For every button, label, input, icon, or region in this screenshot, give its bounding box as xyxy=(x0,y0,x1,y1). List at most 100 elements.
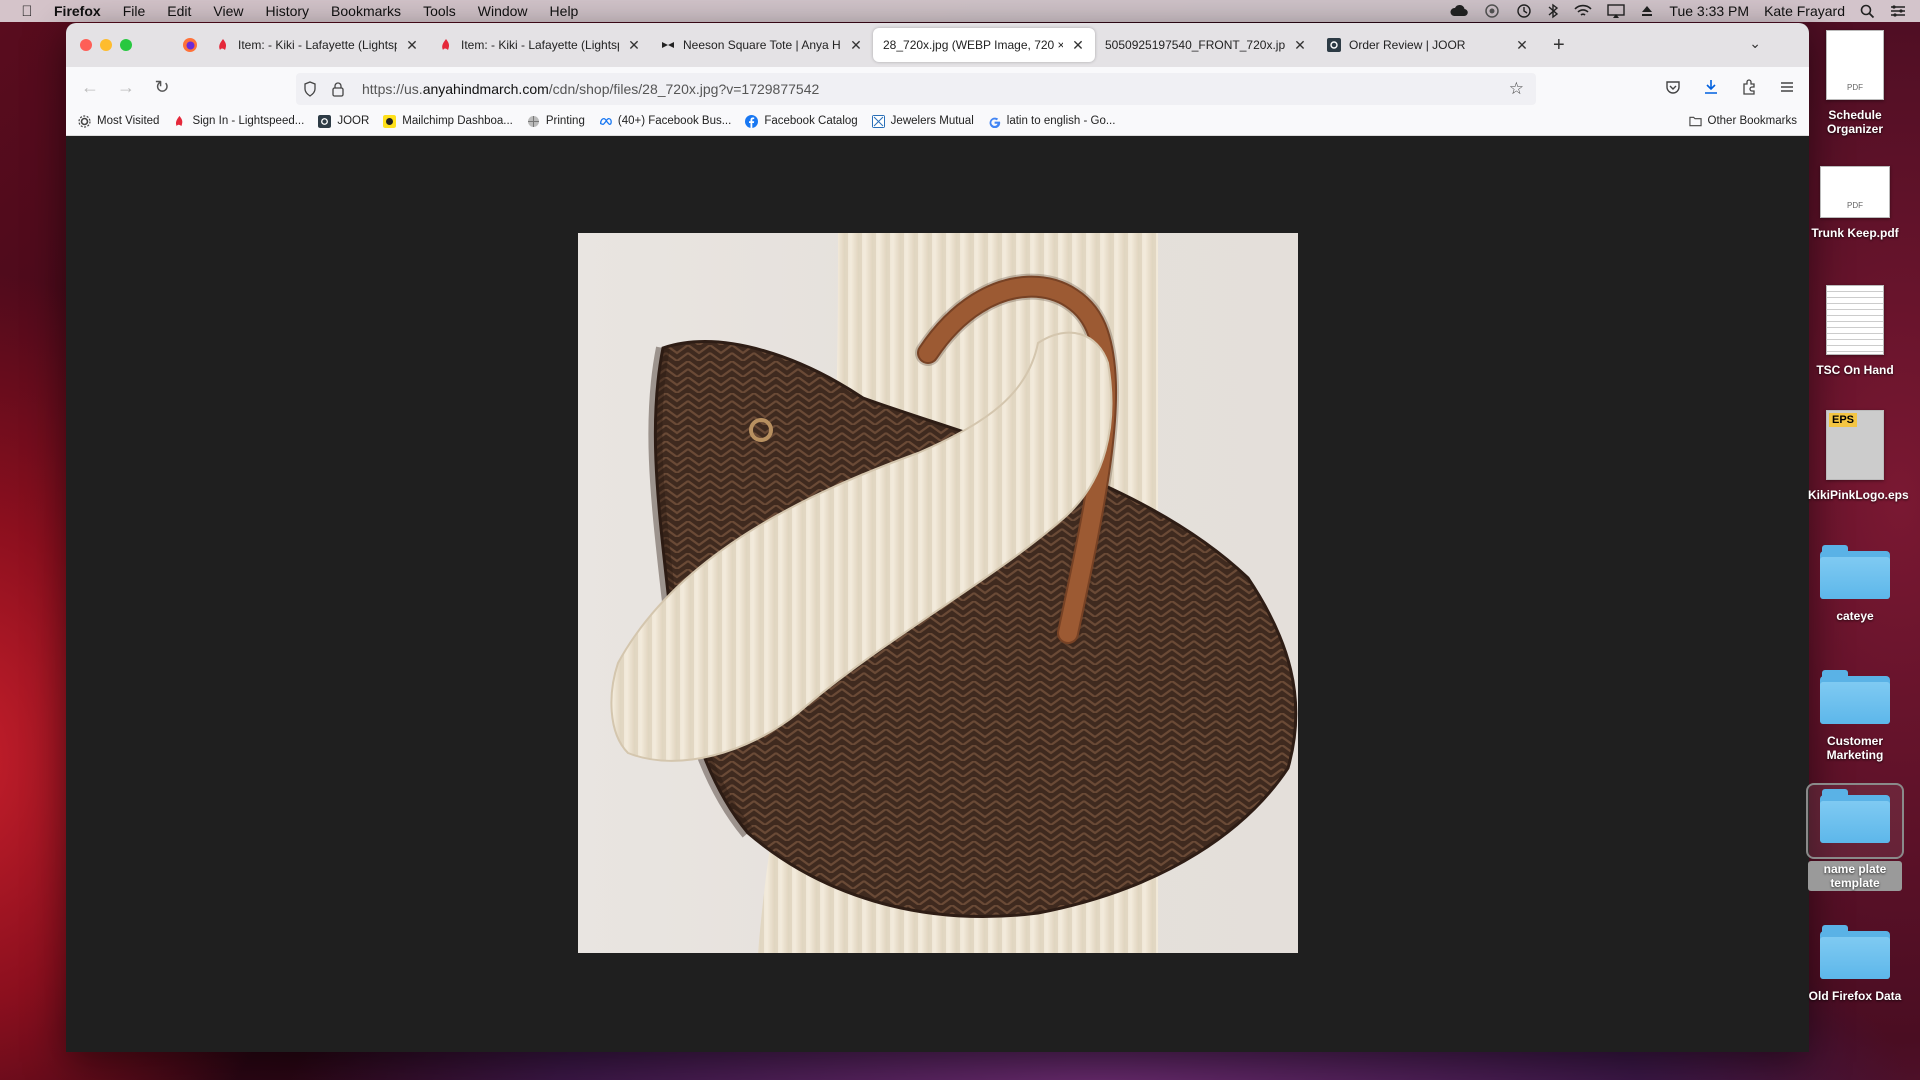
tab-close-icon[interactable]: ✕ xyxy=(1515,37,1529,54)
spreadsheet-icon xyxy=(1826,285,1884,355)
eject-icon[interactable] xyxy=(1640,4,1654,18)
folder-icon xyxy=(1820,925,1890,979)
bookmark-label: (40+) Facebook Bus... xyxy=(617,115,732,127)
mailchimp-icon xyxy=(383,114,397,128)
tab-image-active[interactable]: 28_720x.jpg (WEBP Image, 720 × 720 pixel… xyxy=(873,28,1095,62)
desktop-file-tsc-on-hand[interactable]: TSC On Hand xyxy=(1808,285,1902,377)
wifi-icon[interactable] xyxy=(1574,4,1593,18)
folder-icon xyxy=(1820,670,1890,724)
menu-history[interactable]: History xyxy=(254,3,320,19)
bookmark-label: Most Visited xyxy=(97,115,160,127)
extensions-icon[interactable] xyxy=(1741,79,1757,95)
list-all-tabs-icon[interactable]: ⌄ xyxy=(1749,35,1761,52)
desktop-label: TSC On Hand xyxy=(1816,363,1894,377)
tab-title: Item: - Kiki - Lafayette (Lightspeed) xyxy=(461,38,619,52)
menu-window[interactable]: Window xyxy=(467,3,539,19)
joor-icon xyxy=(1327,38,1341,52)
tab-close-icon[interactable]: ✕ xyxy=(627,37,641,54)
desktop-folder-name-plate-template[interactable]: name plate template xyxy=(1806,783,1904,891)
firefox-window: Item: - Kiki - Lafayette (Lightspeed) ✕ … xyxy=(66,23,1809,1052)
airplay-icon[interactable] xyxy=(1607,4,1626,18)
downloads-icon[interactable] xyxy=(1703,79,1719,95)
bookmark-mailchimp[interactable]: Mailchimp Dashboa... xyxy=(383,114,513,128)
reload-icon[interactable]: ↻ xyxy=(144,77,180,98)
lightspeed-flame-icon xyxy=(442,39,450,50)
bookmark-facebook-catalog[interactable]: Facebook Catalog xyxy=(745,114,858,128)
desktop-folder-old-firefox-data[interactable]: Old Firefox Data xyxy=(1808,925,1902,1003)
bookmark-printing[interactable]: Printing xyxy=(527,115,585,128)
joor-icon xyxy=(318,114,332,128)
desktop-folder-cateye[interactable]: cateye xyxy=(1808,545,1902,623)
menu-bookmarks[interactable]: Bookmarks xyxy=(320,3,412,19)
bookmark-star-icon[interactable]: ☆ xyxy=(1509,79,1536,99)
desktop-file-trunk-keep[interactable]: PDF Trunk Keep.pdf xyxy=(1808,166,1902,240)
menu-view[interactable]: View xyxy=(202,3,254,19)
menu-file[interactable]: File xyxy=(112,3,157,19)
menu-tools[interactable]: Tools xyxy=(412,3,467,19)
creative-cloud-icon[interactable] xyxy=(1450,4,1469,18)
jewelers-icon xyxy=(871,114,885,128)
sync-cloud-icon[interactable] xyxy=(1483,4,1501,18)
tab-title: Order Review | JOOR xyxy=(1349,38,1466,52)
new-tab-button[interactable]: + xyxy=(1539,34,1579,57)
url-domain: anyahindmarch.com xyxy=(422,81,549,97)
gear-icon xyxy=(78,114,91,128)
tab-close-icon[interactable]: ✕ xyxy=(849,37,863,54)
back-arrow-icon[interactable]: ← xyxy=(72,77,108,98)
bookmark-most-visited[interactable]: Most Visited xyxy=(78,114,160,128)
menu-app-name[interactable]: Firefox xyxy=(54,3,112,19)
menubar-user[interactable]: Kate Frayard xyxy=(1764,3,1845,19)
forward-arrow-icon[interactable]: → xyxy=(108,77,144,98)
desktop-file-schedule-organizer[interactable]: PDF Schedule Organizer xyxy=(1808,30,1902,136)
desktop-folder-customer-marketing[interactable]: Customer Marketing xyxy=(1808,670,1902,762)
spotlight-search-icon[interactable] xyxy=(1860,4,1875,19)
tab-close-icon[interactable]: ✕ xyxy=(405,37,419,54)
tab-close-icon[interactable]: ✕ xyxy=(1293,37,1307,54)
bookmark-other-bookmarks[interactable]: Other Bookmarks xyxy=(1688,115,1809,128)
tab-joor[interactable]: Order Review | JOOR ✕ xyxy=(1317,28,1539,62)
bookmark-label: latin to english - Go... xyxy=(1006,115,1116,127)
apple-menu-icon[interactable]:  xyxy=(0,3,54,20)
url-path: /cdn/shop/files/28_720x.jpg?v=1729877542 xyxy=(548,81,820,97)
bookmark-label: Facebook Catalog xyxy=(764,115,858,127)
lightspeed-flame-icon xyxy=(176,115,183,126)
lock-icon[interactable] xyxy=(332,81,344,97)
bookmark-google-translate[interactable]: latin to english - Go... xyxy=(988,115,1116,128)
facebook-icon xyxy=(745,114,759,128)
bluetooth-icon[interactable] xyxy=(1547,3,1559,19)
tab-lightspeed-2[interactable]: Item: - Kiki - Lafayette (Lightspeed) ✕ xyxy=(429,28,651,62)
hamburger-menu-icon[interactable] xyxy=(1779,79,1795,95)
tab-title: 28_720x.jpg (WEBP Image, 720 × 720 pixel… xyxy=(883,38,1063,52)
menu-edit[interactable]: Edit xyxy=(156,3,202,19)
firefox-view-button[interactable] xyxy=(174,37,206,53)
tracking-shield-icon[interactable] xyxy=(303,81,317,97)
tab-strip: Item: - Kiki - Lafayette (Lightspeed) ✕ … xyxy=(66,23,1809,67)
control-center-icon[interactable] xyxy=(1890,4,1906,18)
bookmark-lightspeed[interactable]: Sign In - Lightspeed... xyxy=(173,115,304,128)
desktop-file-kiki-pink-logo[interactable]: EPS KikiPinkLogo.eps xyxy=(1808,410,1909,502)
folder-icon xyxy=(1688,116,1702,126)
bookmark-jewelers-mutual[interactable]: Jewelers Mutual xyxy=(871,114,974,128)
pocket-icon[interactable] xyxy=(1665,79,1681,95)
desktop-label: name plate template xyxy=(1808,861,1902,891)
desktop-label: Old Firefox Data xyxy=(1808,989,1902,1003)
bookmark-joor[interactable]: JOOR xyxy=(318,114,369,128)
menu-bar:  Firefox File Edit View History Bookmar… xyxy=(0,0,1920,22)
tab-anya-hindmarch[interactable]: Neeson Square Tote | Anya Hindmarch ✕ xyxy=(651,28,873,62)
menu-help[interactable]: Help xyxy=(539,3,590,19)
zoom-window-button[interactable] xyxy=(120,39,132,51)
menubar-clock[interactable]: Tue 3:33 PM xyxy=(1669,3,1749,19)
minimize-window-button[interactable] xyxy=(100,39,112,51)
tab-front-image[interactable]: 5050925197540_FRONT_720x.jpg (WEBP Image… xyxy=(1095,28,1317,62)
eps-image-icon: EPS xyxy=(1826,410,1884,480)
tab-close-icon[interactable]: ✕ xyxy=(1071,37,1085,54)
url-text[interactable]: https://us.anyahindmarch.com/cdn/shop/fi… xyxy=(352,81,819,97)
bookmark-facebook-business[interactable]: (40+) Facebook Bus... xyxy=(599,115,731,128)
tab-lightspeed-1[interactable]: Item: - Kiki - Lafayette (Lightspeed) ✕ xyxy=(206,28,429,62)
close-window-button[interactable] xyxy=(80,39,92,51)
desktop-label: Trunk Keep.pdf xyxy=(1811,226,1899,240)
folder-icon xyxy=(1820,545,1890,599)
address-bar[interactable]: https://us.anyahindmarch.com/cdn/shop/fi… xyxy=(296,73,1536,105)
time-machine-icon[interactable] xyxy=(1516,3,1532,19)
tote-bag-photo[interactable] xyxy=(578,233,1298,953)
